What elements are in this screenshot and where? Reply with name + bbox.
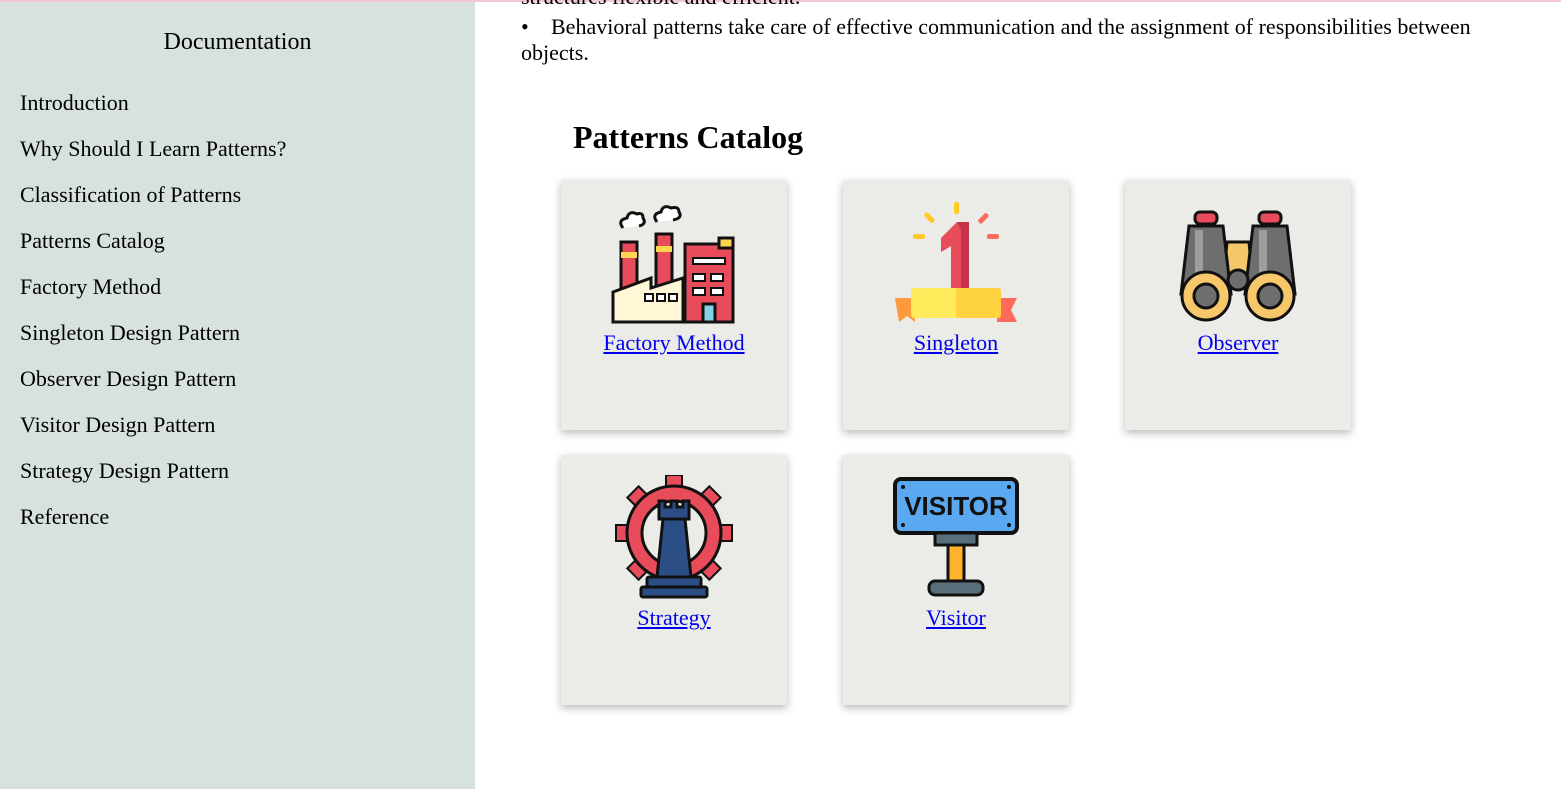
binoculars-icon bbox=[1179, 210, 1297, 322]
sidebar-item-singleton[interactable]: Singleton Design Pattern bbox=[20, 320, 286, 366]
sidebar-item-patterns-catalog[interactable]: Patterns Catalog bbox=[20, 228, 286, 274]
strategy-link[interactable]: Strategy bbox=[561, 605, 787, 631]
partial-text-line: structures flexible and efficient. bbox=[521, 0, 800, 10]
bullet-text: Behavioral patterns take care of effecti… bbox=[551, 14, 1471, 39]
sidebar-item-observer[interactable]: Observer Design Pattern bbox=[20, 366, 286, 412]
sidebar: Documentation Introduction Why Should I … bbox=[0, 2, 475, 789]
visitor-sign-icon: Visitor bbox=[893, 477, 1019, 597]
sidebar-item-reference[interactable]: Reference bbox=[20, 504, 286, 550]
sidebar-item-classification[interactable]: Classification of Patterns bbox=[20, 182, 286, 228]
chess-rook-gear-icon bbox=[615, 475, 733, 599]
bullet-dot: • bbox=[521, 14, 529, 39]
number-one-icon bbox=[895, 202, 1017, 322]
sidebar-nav: Introduction Why Should I Learn Patterns… bbox=[20, 90, 286, 550]
sidebar-title: Documentation bbox=[163, 29, 312, 55]
pattern-card-observer: Observer bbox=[1125, 180, 1351, 430]
factory-icon bbox=[611, 205, 735, 324]
catalog-heading: Patterns Catalog bbox=[573, 119, 804, 155]
visitor-link[interactable]: Visitor bbox=[843, 605, 1069, 631]
singleton-link[interactable]: Singleton bbox=[843, 330, 1069, 356]
pattern-card-singleton: Singleton bbox=[843, 180, 1069, 430]
visitor-sign-text: Visitor bbox=[904, 491, 1008, 521]
sidebar-item-strategy[interactable]: Strategy Design Pattern bbox=[20, 458, 286, 504]
observer-link[interactable]: Observer bbox=[1125, 330, 1351, 356]
bullet-item: • Behavioral patterns take care of effec… bbox=[521, 14, 1521, 40]
factory-method-link[interactable]: Factory Method bbox=[561, 330, 787, 356]
pattern-card-visitor: Visitor Visitor bbox=[843, 455, 1069, 705]
pattern-card-strategy: Strategy bbox=[561, 455, 787, 705]
sidebar-item-why-learn-patterns[interactable]: Why Should I Learn Patterns? bbox=[20, 136, 286, 182]
pattern-card-factory-method: Factory Method bbox=[561, 180, 787, 430]
sidebar-item-factory-method[interactable]: Factory Method bbox=[20, 274, 286, 320]
sidebar-item-introduction[interactable]: Introduction bbox=[20, 90, 286, 136]
sidebar-item-visitor[interactable]: Visitor Design Pattern bbox=[20, 412, 286, 458]
bullet-text-continuation: objects. bbox=[521, 40, 589, 65]
main-content: structures flexible and efficient. • Beh… bbox=[475, 0, 1561, 789]
